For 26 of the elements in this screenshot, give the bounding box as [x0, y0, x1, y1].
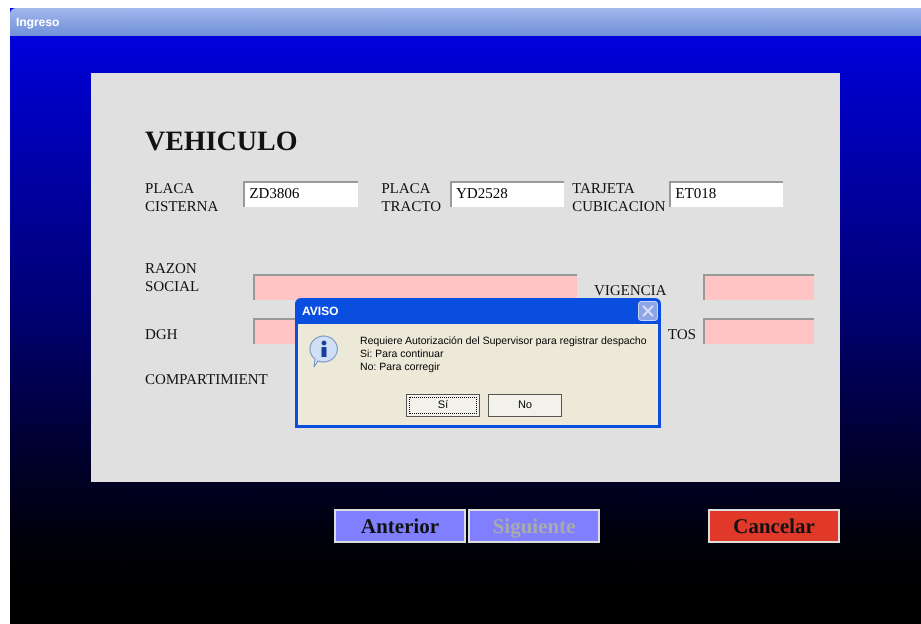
field-label: VIGENCIA [594, 282, 668, 300]
close-icon[interactable] [638, 301, 658, 321]
dialog-title: AVISO [302, 303, 338, 320]
text-field[interactable] [703, 318, 814, 344]
cancel-button[interactable]: Cancelar [708, 509, 840, 543]
dialog-button[interactable]: No [488, 394, 562, 417]
window-title: Ingreso [16, 14, 60, 31]
text-field[interactable] [703, 274, 814, 300]
nav-button[interactable]: Anterior [334, 509, 466, 543]
text-field[interactable]: ET018 [669, 181, 784, 207]
info-icon [308, 334, 340, 368]
field-label: PLACA TRACTO [381, 180, 442, 216]
text-field[interactable] [253, 274, 577, 300]
field-label: TARJETA CUBICACION [572, 180, 666, 216]
message-text: Si: Para continuar [360, 348, 444, 361]
field-label: COMPARTIMIENT [145, 371, 268, 389]
field-label: RAZON SOCIAL [145, 260, 200, 296]
form-heading: VEHICULO [145, 125, 298, 159]
dialog-button[interactable]: Sí [406, 394, 480, 417]
message-text: No: Para corregir [360, 361, 441, 374]
field-label: TOS [668, 326, 696, 344]
field-label: PLACA CISTERNA [145, 180, 218, 216]
field-label: DGH [145, 326, 178, 344]
message-text: Requiere Autorización del Supervisor para registrar despacho [360, 335, 647, 348]
text-field[interactable]: ZD3806 [243, 181, 358, 207]
text-field[interactable]: YD2528 [450, 181, 564, 207]
